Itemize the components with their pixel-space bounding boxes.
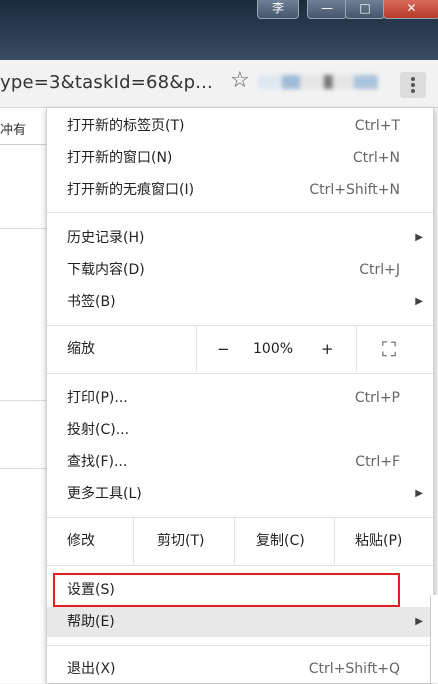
menu-item-label: 书签(B) [67, 294, 116, 310]
menu-item-label: 查找(F)... [67, 454, 128, 470]
menu-item-incognito[interactable]: 打开新的无痕窗口(I) Ctrl+Shift+N [47, 175, 433, 205]
menu-divider [47, 373, 433, 374]
address-bar[interactable]: ype=3&taskId=68&p... [0, 71, 255, 95]
edit-divider [133, 518, 134, 564]
menu-item-label: 打开新的窗口(N) [67, 150, 173, 166]
submenu-arrow-icon: ▶ [415, 488, 423, 499]
shortcut-label: Ctrl+N [352, 150, 400, 166]
zoom-divider [356, 326, 357, 372]
shortcut-label: Ctrl+Shift+Q [308, 661, 400, 677]
edit-divider [234, 518, 235, 564]
shortcut-label: Ctrl+Shift+N [309, 182, 400, 198]
menu-item-label: 打印(P)... [67, 390, 128, 406]
close-button[interactable]: ✕ [383, 0, 438, 19]
settings-highlight-box [53, 573, 400, 607]
menu-item-label: 打开新的无痕窗口(I) [67, 182, 195, 198]
menu-item-downloads[interactable]: 下载内容(D) Ctrl+J [47, 255, 433, 285]
more-vert-icon[interactable] [400, 72, 426, 98]
browser-menu: 打开新的标签页(T) Ctrl+T 打开新的窗口(N) Ctrl+N 打开新的无… [46, 108, 434, 683]
edit-label: 修改 [67, 533, 95, 549]
shortcut-label: Ctrl+J [359, 262, 400, 278]
minimize-button[interactable]: — [307, 0, 347, 19]
menu-item-find[interactable]: 查找(F)... Ctrl+F [47, 447, 433, 477]
submenu-edge [430, 595, 438, 683]
extension-icons[interactable] [258, 75, 378, 89]
menu-item-label: 下载内容(D) [67, 262, 145, 278]
zoom-out-button[interactable]: − [217, 326, 230, 372]
menu-item-label: 历史记录(H) [67, 230, 145, 246]
shortcut-label: Ctrl+T [354, 118, 400, 134]
menu-item-print[interactable]: 打印(P)... Ctrl+P [47, 383, 433, 413]
shortcut-label: Ctrl+F [355, 454, 400, 470]
menu-item-label: 退出(X) [67, 661, 116, 677]
menu-item-help[interactable]: 帮助(E) ▶ [47, 607, 433, 637]
star-icon[interactable]: ☆ [230, 68, 250, 93]
menu-item-label: 帮助(E) [67, 614, 115, 630]
menu-item-label: 打开新的标签页(T) [67, 118, 185, 134]
zoom-row: 缩放 − 100% + ⛶ [47, 326, 433, 372]
menu-item-new-tab[interactable]: 打开新的标签页(T) Ctrl+T [47, 111, 433, 141]
submenu-arrow-icon: ▶ [415, 232, 423, 243]
menu-item-cast[interactable]: 投射(C)... [47, 415, 433, 445]
menu-item-exit[interactable]: 退出(X) Ctrl+Shift+Q [47, 654, 433, 684]
menu-divider [47, 565, 433, 566]
copy-button[interactable]: 复制(C) [256, 518, 305, 564]
paste-button[interactable]: 粘贴(P) [355, 518, 402, 564]
browser-toolbar: ype=3&taskId=68&p... ☆ [0, 60, 438, 108]
page-content: 冲有 [0, 108, 46, 683]
menu-item-more-tools[interactable]: 更多工具(L) ▶ [47, 479, 433, 509]
menu-divider [47, 645, 433, 646]
window-titlebar: 李 — □ ✕ [0, 0, 438, 60]
submenu-arrow-icon: ▶ [415, 296, 423, 307]
fullscreen-icon[interactable]: ⛶ [382, 326, 396, 372]
user-badge[interactable]: 李 [257, 0, 299, 19]
menu-item-new-window[interactable]: 打开新的窗口(N) Ctrl+N [47, 143, 433, 173]
edit-row: 修改 剪切(T) 复制(C) 粘贴(P) [47, 518, 433, 564]
submenu-arrow-icon: ▶ [415, 616, 423, 627]
zoom-in-button[interactable]: + [321, 326, 334, 372]
cut-button[interactable]: 剪切(T) [157, 518, 204, 564]
menu-item-history[interactable]: 历史记录(H) ▶ [47, 223, 433, 253]
zoom-label: 缩放 [67, 341, 95, 357]
zoom-level: 100% [253, 341, 294, 357]
zoom-divider [196, 326, 197, 372]
menu-divider [47, 212, 433, 213]
menu-item-bookmarks[interactable]: 书签(B) ▶ [47, 287, 433, 317]
maximize-button[interactable]: □ [345, 0, 385, 19]
page-tab-text: 冲有 [0, 118, 46, 145]
edit-divider [334, 518, 335, 564]
shortcut-label: Ctrl+P [354, 390, 400, 406]
menu-item-label: 投射(C)... [67, 422, 130, 438]
menu-item-label: 更多工具(L) [67, 486, 142, 502]
